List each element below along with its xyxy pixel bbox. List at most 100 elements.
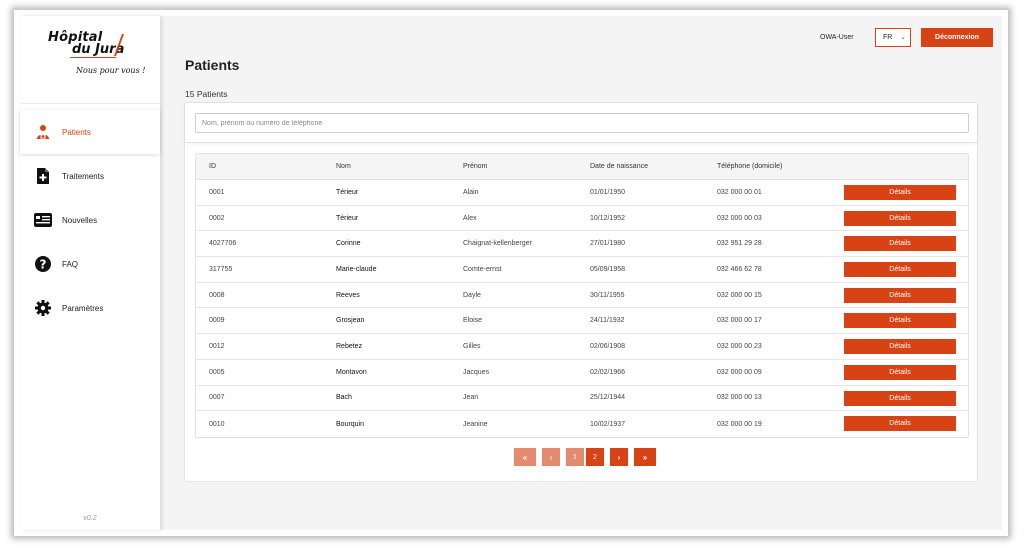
- sidebar-item-patients[interactable]: Patients: [20, 110, 160, 154]
- sidebar-item-faq[interactable]: ? FAQ: [20, 242, 160, 286]
- sidebar-item-traitements[interactable]: Traitements: [20, 154, 160, 198]
- cell-id: 0007: [209, 394, 225, 402]
- table-row: 0012 Rebetez Gilles 02/06/1908 032 000 00 23…: [196, 334, 968, 360]
- chevron-left-icon: ‹: [549, 452, 553, 462]
- cell-date-naissance: 10/02/1937: [590, 420, 626, 428]
- cell-telephone: 032 951 29 28: [717, 240, 762, 248]
- cell-telephone: 032 000 00 23: [717, 342, 762, 350]
- page-title: Patients: [185, 57, 240, 73]
- double-chevron-right-icon: »: [642, 452, 648, 462]
- cell-date-naissance: 25/12/1944: [590, 394, 626, 402]
- table-row: 0002 Térieur Alex 10/12/1952 032 000 00 03 Dé…: [196, 205, 968, 232]
- cell-date-naissance: 02/02/1966: [590, 368, 626, 376]
- cell-telephone: 032 466 62 78: [717, 265, 762, 273]
- sidebar-item-label: Nouvelles: [62, 215, 98, 225]
- column-header-telephone[interactable]: Téléphone (domicile): [717, 163, 782, 170]
- details-button[interactable]: Détails: [844, 185, 956, 200]
- cell-id: 317755: [209, 265, 233, 273]
- details-button[interactable]: Détails: [844, 236, 956, 252]
- cell-nom: Reeves: [336, 291, 360, 299]
- table-row: 0010 Bourquin Jeanine 10/02/1937 032 000 00 …: [196, 411, 968, 437]
- cell-id: 0010: [209, 420, 225, 428]
- sidebar-item-label: Paramètres: [62, 303, 104, 313]
- column-header-nom[interactable]: Nom: [336, 163, 351, 170]
- cell-nom: Marie-claude: [336, 265, 377, 273]
- sidebar-item-nouvelles[interactable]: Nouvelles: [20, 198, 160, 242]
- sidebar: Hôpital du Jura Nous pour vous ! Patient…: [20, 16, 160, 530]
- patient-icon: [34, 123, 52, 141]
- gear-icon: [34, 299, 52, 317]
- cell-date-naissance: 05/09/1958: [590, 265, 626, 273]
- language-value: FR: [883, 34, 893, 41]
- cell-nom: Corinne: [336, 240, 361, 248]
- cell-telephone: 032 000 00 19: [717, 420, 762, 428]
- cell-id: 0001: [209, 188, 225, 196]
- cell-nom: Térieur: [336, 214, 359, 222]
- details-button[interactable]: Détails: [844, 287, 956, 303]
- table-row: 0007 Bach Jean 25/12/1944 032 000 00 13 Détai…: [196, 385, 968, 412]
- table-body: 0001 Térieur Alain 01/01/1950 032 000 00 01 D…: [196, 180, 968, 437]
- cell-date-naissance: 10/12/1952: [590, 214, 626, 222]
- page-2-button[interactable]: 2: [586, 448, 604, 466]
- next-page-button[interactable]: ›: [610, 448, 628, 466]
- cell-id: 0002: [209, 214, 225, 222]
- details-button[interactable]: Détails: [844, 210, 956, 226]
- app-window: Hôpital du Jura Nous pour vous ! Patient…: [14, 10, 1008, 536]
- cell-id: 0008: [209, 291, 225, 299]
- current-user: OWA-User: [820, 34, 854, 41]
- cell-prenom: Jacques: [463, 368, 490, 376]
- cell-date-naissance: 01/01/1950: [590, 188, 626, 196]
- column-header-prenom[interactable]: Prénom: [463, 163, 488, 170]
- question-icon: ?: [34, 255, 52, 273]
- first-page-button[interactable]: «: [514, 448, 536, 466]
- cell-prenom: Eloise: [463, 317, 483, 325]
- chevron-down-icon: ⌄: [900, 34, 906, 41]
- cell-telephone: 032 000 00 01: [717, 188, 762, 196]
- cell-id: 0005: [209, 368, 225, 376]
- details-button[interactable]: Détails: [844, 313, 956, 329]
- cell-prenom: Chaignat-kellenberger: [463, 240, 532, 248]
- details-button[interactable]: Détails: [844, 364, 956, 380]
- table-row: 317755 Marie-claude Comte-ernst 05/09/1958 0…: [196, 257, 968, 283]
- details-button[interactable]: Détails: [844, 390, 956, 406]
- news-icon: [34, 211, 52, 229]
- details-button[interactable]: Détails: [844, 416, 956, 432]
- language-select[interactable]: FR ⌄: [875, 28, 911, 47]
- cell-id: 4027706: [209, 240, 237, 248]
- cell-nom: Montavon: [336, 368, 367, 376]
- details-button[interactable]: Détails: [844, 262, 956, 278]
- cell-prenom: Jean: [463, 394, 479, 402]
- cell-telephone: 032 000 00 15: [717, 291, 762, 299]
- column-header-id[interactable]: ID: [209, 163, 216, 170]
- cell-nom: Grosjean: [336, 317, 365, 325]
- cell-nom: Bourquin: [336, 420, 365, 428]
- cell-date-naissance: 30/11/1955: [590, 291, 625, 299]
- sidebar-item-label: Patients: [62, 127, 91, 137]
- patient-count: 15 Patients: [185, 89, 228, 99]
- sidebar-item-parametres[interactable]: Paramètres: [20, 286, 160, 330]
- double-chevron-left-icon: «: [522, 452, 528, 462]
- cell-prenom: Alex: [463, 214, 477, 222]
- cell-telephone: 032 000 00 17: [717, 317, 762, 325]
- cell-telephone: 032 000 00 13: [717, 394, 762, 402]
- logout-button[interactable]: Déconnexion: [921, 28, 993, 47]
- cell-date-naissance: 27/01/1980: [590, 240, 626, 248]
- last-page-button[interactable]: »: [634, 448, 656, 466]
- document-icon: [34, 167, 52, 185]
- page-1-button[interactable]: 1: [566, 448, 584, 466]
- column-header-date[interactable]: Date de naissance: [590, 163, 648, 170]
- search-input[interactable]: [195, 113, 969, 133]
- previous-page-button[interactable]: ‹: [542, 448, 560, 466]
- chevron-right-icon: ›: [617, 452, 621, 462]
- details-button[interactable]: Détails: [844, 339, 956, 355]
- search-bar: [185, 103, 977, 143]
- cell-id: 0009: [209, 317, 225, 325]
- version-label: v0.2: [83, 515, 97, 522]
- cell-prenom: Comte-ernst: [463, 265, 502, 273]
- cell-nom: Rebetez: [336, 342, 363, 350]
- logo-underline: [70, 57, 116, 58]
- logo[interactable]: Hôpital du Jura Nous pour vous !: [20, 16, 160, 104]
- cell-nom: Térieur: [336, 188, 359, 196]
- cell-nom: Bach: [336, 394, 352, 402]
- cell-telephone: 032 000 00 09: [717, 368, 762, 376]
